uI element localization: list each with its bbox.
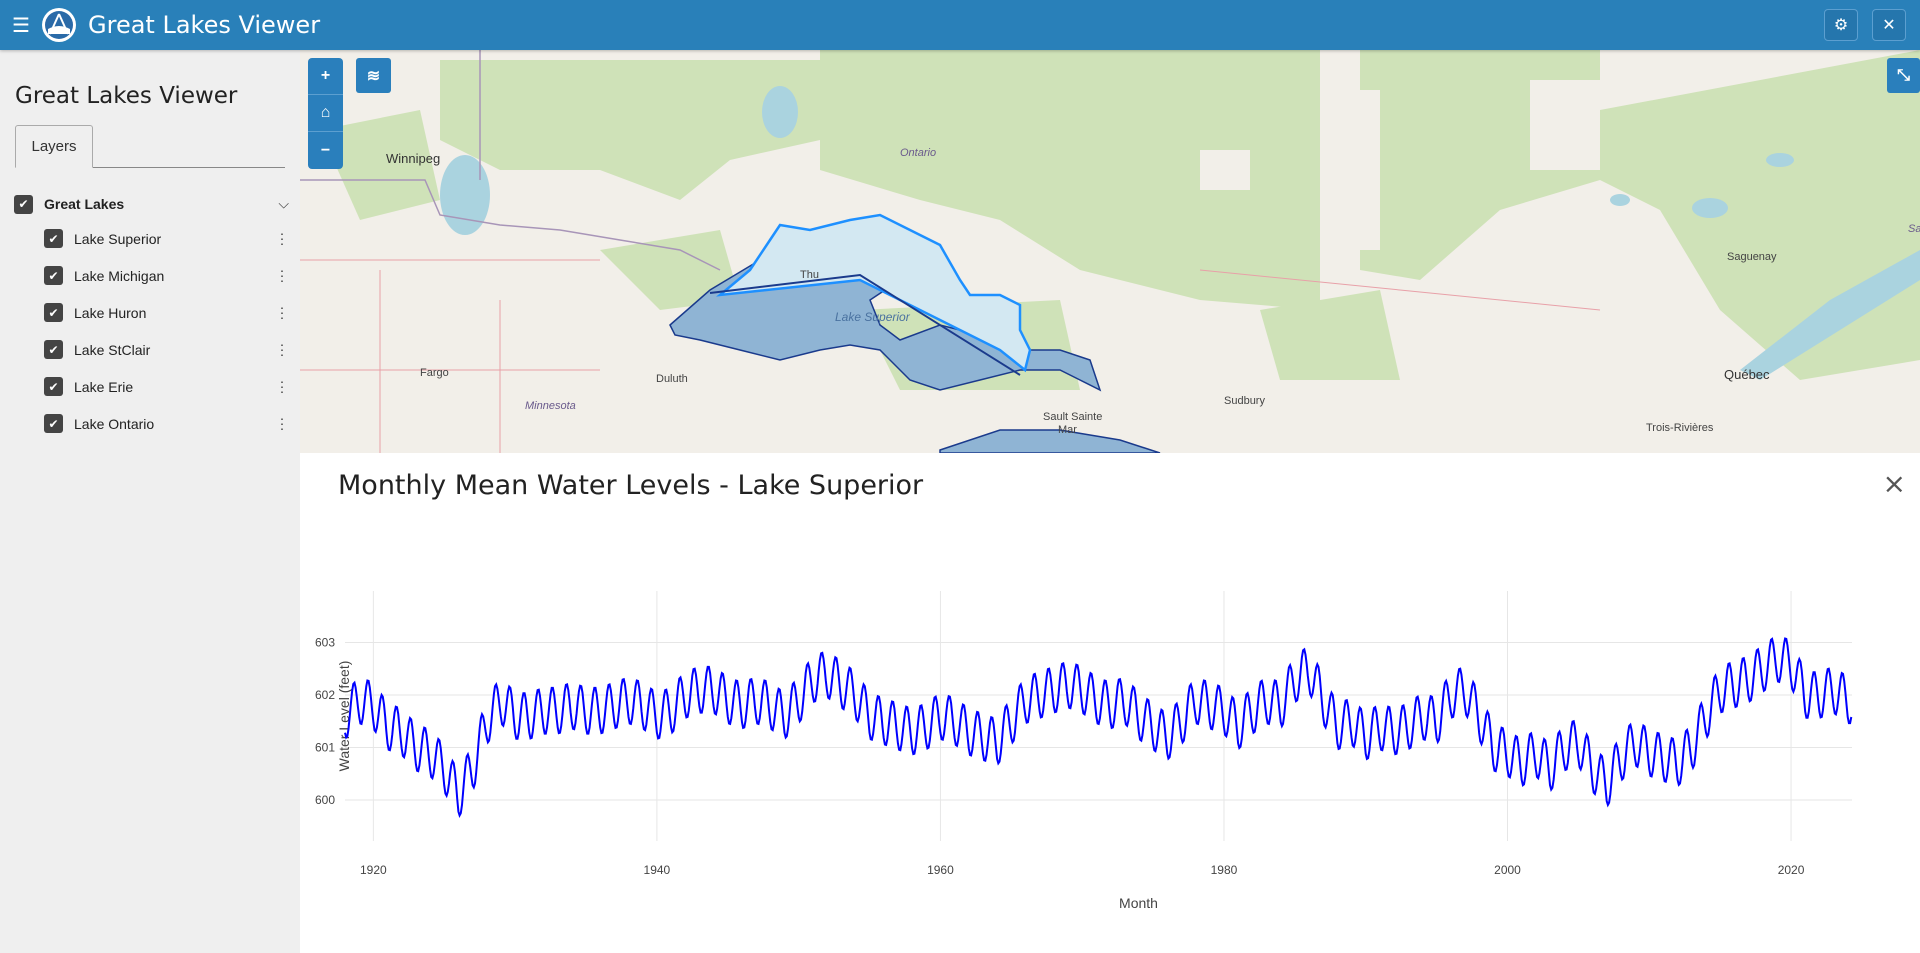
- layer-item-lake-erie[interactable]: ✔ Lake Erie ⋮: [14, 368, 289, 405]
- more-options-icon[interactable]: ⋮: [275, 378, 289, 395]
- layers-button[interactable]: ≋: [356, 58, 391, 93]
- place-label: Saguenay: [1727, 251, 1777, 263]
- more-options-icon[interactable]: ⋮: [275, 341, 289, 358]
- zoom-controls: + ⌂ −: [308, 58, 343, 169]
- x-tick-label: 1960: [927, 863, 954, 877]
- lake-huron-shape[interactable]: [939, 429, 1161, 453]
- x-tick-label: 1920: [360, 863, 387, 877]
- place-label: Lake Superior: [835, 310, 910, 324]
- layer-label: Lake Huron: [74, 304, 147, 321]
- place-label: Québec: [1724, 367, 1770, 382]
- basemap: [300, 50, 1920, 453]
- settings-button[interactable]: ⚙: [1824, 9, 1858, 41]
- sidebar: Great Lakes Viewer Layers ✔ Great Lakes …: [0, 50, 300, 953]
- series-line: [344, 637, 1853, 818]
- place-label: Fargo: [420, 367, 449, 379]
- layer-item-lake-superior[interactable]: ✔ Lake Superior ⋮: [14, 220, 289, 257]
- layer-label: Lake Michigan: [74, 267, 165, 284]
- y-tick-label: 602: [315, 688, 335, 702]
- place-label: Thu: [800, 269, 819, 281]
- layers-icon: ≋: [366, 67, 381, 85]
- app-title: Great Lakes Viewer: [88, 11, 321, 39]
- layer-item-lake-ontario[interactable]: ✔ Lake Ontario ⋮: [14, 405, 289, 442]
- gear-icon: ⚙: [1833, 17, 1849, 34]
- place-label: Sudbury: [1224, 395, 1265, 407]
- zoom-out-button[interactable]: −: [308, 132, 343, 169]
- map-view[interactable]: + ⌂ − ≋ ⤡ Winnipeg Ontario Thu Lake Supe…: [300, 50, 1920, 453]
- place-label: Minnesota: [525, 400, 576, 412]
- y-tick-label: 600: [315, 793, 335, 807]
- place-label: Mar: [1058, 424, 1077, 436]
- group-label: Great Lakes: [44, 196, 125, 212]
- layer-checkbox[interactable]: ✔: [44, 377, 63, 396]
- more-options-icon[interactable]: ⋮: [275, 267, 289, 284]
- close-icon: ✕: [1882, 17, 1896, 34]
- place-label: Trois-Rivières: [1646, 422, 1714, 434]
- x-tick-label: 1980: [1211, 863, 1238, 877]
- x-tick-label: 2000: [1494, 863, 1521, 877]
- place-label: Ontario: [900, 147, 937, 159]
- tab-layers[interactable]: Layers: [15, 125, 93, 168]
- layer-item-lake-michigan[interactable]: ✔ Lake Michigan ⋮: [14, 257, 289, 294]
- layer-checkbox[interactable]: ✔: [44, 340, 63, 359]
- close-app-button[interactable]: ✕: [1872, 9, 1906, 41]
- layer-label: Lake Erie: [74, 378, 134, 395]
- home-icon: ⌂: [320, 104, 331, 121]
- app-header: ☰ Great Lakes Viewer ⚙ ✕: [0, 0, 1920, 50]
- home-button[interactable]: ⌂: [308, 95, 343, 132]
- layer-checkbox[interactable]: ✔: [44, 266, 63, 285]
- close-panel-button[interactable]: ×: [1883, 467, 1906, 500]
- layer-checkbox[interactable]: ✔: [44, 303, 63, 322]
- more-options-icon[interactable]: ⋮: [275, 304, 289, 321]
- y-tick-label: 601: [315, 741, 335, 755]
- app-logo: [42, 8, 76, 42]
- layer-checkbox[interactable]: ✔: [44, 229, 63, 248]
- layer-tree: ✔ Great Lakes ⌵ ✔ Lake Superior ⋮ ✔ Lake…: [14, 188, 289, 442]
- collapse-icon: ⤡: [1897, 66, 1910, 84]
- place-label: Sa: [1908, 223, 1920, 235]
- sidebar-tabs: Layers: [15, 125, 285, 168]
- y-tick-label: 603: [315, 636, 335, 650]
- layer-checkbox[interactable]: ✔: [44, 414, 63, 433]
- layer-item-lake-huron[interactable]: ✔ Lake Huron ⋮: [14, 294, 289, 331]
- layer-item-lake-stclair[interactable]: ✔ Lake StClair ⋮: [14, 331, 289, 368]
- fullscreen-button[interactable]: ⤡: [1887, 58, 1920, 93]
- layer-label: Lake Ontario: [74, 415, 155, 432]
- place-label: Sault Sainte: [1043, 411, 1103, 423]
- more-options-icon[interactable]: ⋮: [275, 415, 289, 432]
- water-level-chart: 600 601 602 603 1920 1940 1960 1980 2000 2020 Mont…: [315, 591, 1853, 911]
- chevron-down-icon[interactable]: ⌵: [278, 196, 289, 213]
- sidebar-title: Great Lakes Viewer: [15, 83, 238, 109]
- group-checkbox[interactable]: ✔: [14, 194, 33, 214]
- chart-title: Monthly Mean Water Levels - Lake Superio…: [338, 470, 924, 501]
- close-icon: ×: [1882, 467, 1906, 500]
- place-label: Duluth: [656, 373, 688, 385]
- layer-group-great-lakes[interactable]: ✔ Great Lakes ⌵: [14, 188, 289, 220]
- x-axis-title: Month: [1119, 895, 1158, 911]
- hamburger-icon[interactable]: ☰: [0, 0, 42, 50]
- x-tick-label: 2020: [1778, 863, 1805, 877]
- x-tick-label: 1940: [644, 863, 671, 877]
- layer-label: Lake StClair: [74, 341, 151, 358]
- place-label: Winnipeg: [386, 151, 441, 166]
- layer-label: Lake Superior: [74, 230, 162, 247]
- chart-panel: 600 601 602 603 1920 1940 1960 1980 2000 2020 Mont…: [300, 453, 1920, 953]
- zoom-in-button[interactable]: +: [308, 58, 343, 95]
- more-options-icon[interactable]: ⋮: [275, 230, 289, 247]
